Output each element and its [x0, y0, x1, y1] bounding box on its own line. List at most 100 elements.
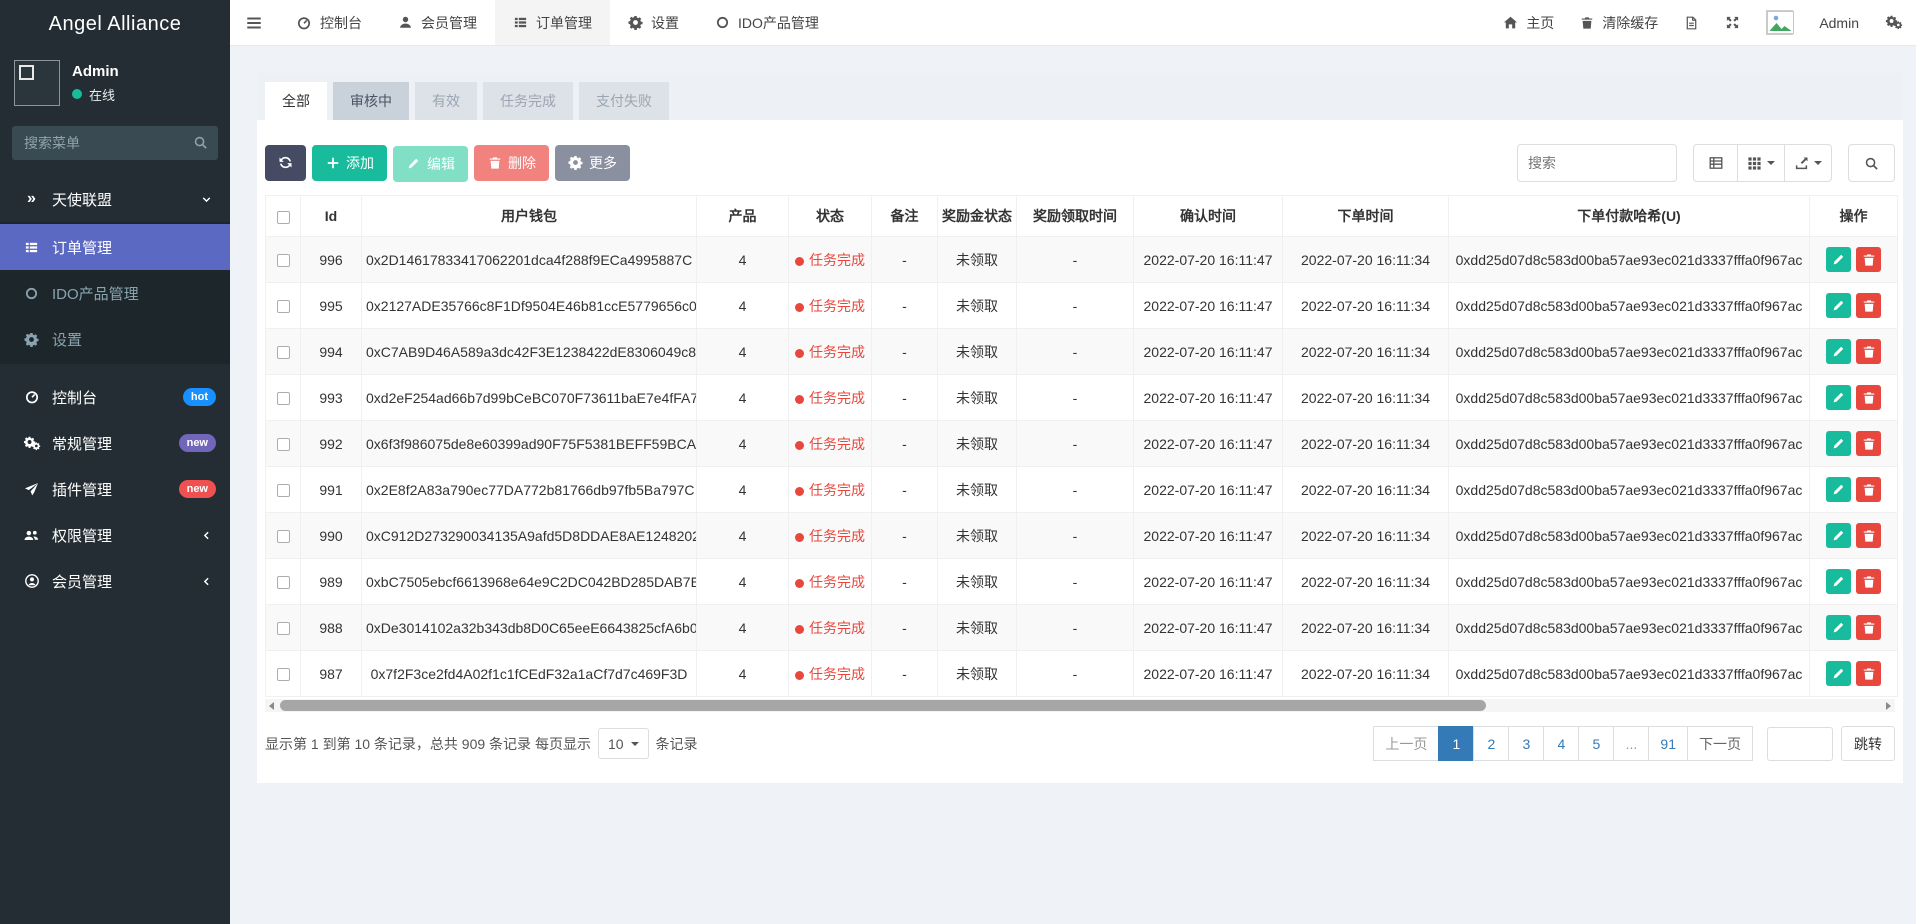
row-checkbox[interactable]	[277, 392, 290, 405]
toggle-view-button[interactable]	[1693, 144, 1738, 182]
delete-row-button[interactable]	[1856, 523, 1881, 548]
sidebar-item-permission-management[interactable]: 权限管理	[0, 512, 230, 558]
sidebar-item-ido-product-management[interactable]: IDO产品管理	[0, 270, 230, 316]
next-page-button[interactable]: 下一页	[1687, 726, 1753, 761]
delete-row-button[interactable]	[1856, 431, 1881, 456]
delete-row-button[interactable]	[1856, 615, 1881, 640]
user-avatar	[14, 60, 60, 106]
page-2[interactable]: 2	[1473, 726, 1509, 761]
cell-wallet: 0x7f2F3ce2fd4A02f1c1fCEdF32a1aCf7d7c469F…	[362, 651, 697, 697]
sidebar-item-general-management[interactable]: 常规管理new	[0, 420, 230, 466]
tab-审核中[interactable]: 审核中	[333, 82, 409, 120]
row-checkbox[interactable]	[277, 438, 290, 451]
page-3[interactable]: 3	[1508, 726, 1544, 761]
tab-有效[interactable]: 有效	[415, 82, 477, 120]
nav-item-ido-product-management[interactable]: IDO产品管理	[697, 0, 837, 45]
prev-page-button[interactable]: 上一页	[1373, 726, 1439, 761]
refresh-button[interactable]	[265, 145, 306, 181]
col-header-actions: 操作	[1810, 196, 1898, 237]
nav-right-home[interactable]: 主页	[1490, 0, 1567, 45]
delete-row-button[interactable]	[1856, 247, 1881, 272]
edit-row-button[interactable]	[1826, 615, 1851, 640]
nav-item-order-management[interactable]: 订单管理	[495, 0, 610, 45]
delete-row-button[interactable]	[1856, 339, 1881, 364]
page-4[interactable]: 4	[1543, 726, 1579, 761]
scrollbar-thumb[interactable]	[280, 700, 1486, 711]
edit-row-button[interactable]	[1826, 431, 1851, 456]
nav-item-dashboard[interactable]: 控制台	[278, 0, 380, 45]
cell-select	[266, 421, 301, 467]
table-search-input[interactable]	[1517, 144, 1677, 182]
row-checkbox[interactable]	[277, 576, 290, 589]
sidebar-item-order-management[interactable]: 订单管理	[0, 224, 230, 270]
scroll-right-icon[interactable]	[1886, 702, 1891, 710]
row-checkbox[interactable]	[277, 300, 290, 313]
user-circle-icon	[22, 573, 41, 589]
nav-right-user[interactable]: Admin	[1806, 0, 1872, 45]
delete-button[interactable]: 删除	[474, 145, 549, 181]
edit-row-button[interactable]	[1826, 523, 1851, 548]
add-button[interactable]: 添加	[312, 145, 387, 181]
jump-page-input[interactable]	[1767, 727, 1833, 761]
cell-actions	[1810, 283, 1898, 329]
sidebar-item-dashboard[interactable]: 控制台hot	[0, 374, 230, 420]
tab-任务完成[interactable]: 任务完成	[483, 82, 573, 120]
tab-支付失败[interactable]: 支付失败	[579, 82, 669, 120]
edit-row-button[interactable]	[1826, 339, 1851, 364]
sidebar-toggle-button[interactable]	[230, 0, 278, 45]
nav-right-settings-gears[interactable]	[1872, 0, 1916, 45]
edit-row-button[interactable]	[1826, 385, 1851, 410]
cell-reward_status: 未领取	[938, 375, 1017, 421]
pencil-icon	[1832, 575, 1845, 588]
tab-全部[interactable]: 全部	[265, 82, 327, 120]
delete-row-button[interactable]	[1856, 385, 1881, 410]
delete-row-button[interactable]	[1856, 293, 1881, 318]
cell-hash: 0xdd25d07d8c583d00ba57ae93ec021d3337fffa…	[1449, 375, 1810, 421]
edit-row-button[interactable]	[1826, 293, 1851, 318]
nav-item-member-management[interactable]: 会员管理	[380, 0, 495, 45]
select-all-checkbox[interactable]	[277, 211, 290, 224]
row-checkbox[interactable]	[277, 530, 290, 543]
row-checkbox[interactable]	[277, 668, 290, 681]
sidebar-item-angel-alliance[interactable]: »天使联盟	[0, 176, 230, 222]
search-button-button[interactable]	[1848, 144, 1895, 182]
delete-row-button[interactable]	[1856, 661, 1881, 686]
sidebar-item-plugin-management[interactable]: 插件管理new	[0, 466, 230, 512]
status-dot-icon	[795, 533, 804, 542]
cell-reward_status: 未领取	[938, 329, 1017, 375]
nav-item-settings[interactable]: 设置	[610, 0, 697, 45]
page-91[interactable]: 91	[1648, 726, 1688, 761]
export-button[interactable]	[1785, 144, 1832, 182]
pagination-bar: 显示第 1 到第 10 条记录，总共 909 条记录 每页显示 10 条记录 上…	[265, 726, 1895, 761]
sidebar-item-settings[interactable]: 设置	[0, 316, 230, 362]
edit-row-button[interactable]	[1826, 569, 1851, 594]
row-checkbox[interactable]	[277, 622, 290, 635]
cell-status: 任务完成	[789, 329, 872, 375]
delete-row-button[interactable]	[1856, 477, 1881, 502]
page-5[interactable]: 5	[1578, 726, 1614, 761]
edit-row-button[interactable]	[1826, 477, 1851, 502]
sidebar-item-member-management[interactable]: 会员管理	[0, 558, 230, 604]
delete-row-button[interactable]	[1856, 569, 1881, 594]
trash-icon	[1862, 529, 1876, 543]
edit-row-button[interactable]	[1826, 247, 1851, 272]
page-1[interactable]: 1	[1438, 726, 1474, 761]
more-button[interactable]: 更多	[555, 145, 630, 181]
row-checkbox[interactable]	[277, 484, 290, 497]
horizontal-scrollbar[interactable]	[265, 699, 1895, 712]
edit-button[interactable]: 编辑	[393, 146, 468, 182]
page-size-dropdown[interactable]: 10	[598, 728, 649, 759]
row-checkbox[interactable]	[277, 346, 290, 359]
badge-hot: hot	[183, 388, 216, 406]
sidebar-search-input[interactable]	[12, 126, 218, 160]
nav-right-clear-cache[interactable]: 清除缓存	[1567, 0, 1671, 45]
cell-hash: 0xdd25d07d8c583d00ba57ae93ec021d3337fffa…	[1449, 559, 1810, 605]
row-checkbox[interactable]	[277, 254, 290, 267]
columns-button[interactable]	[1738, 144, 1785, 182]
nav-right-fullscreen[interactable]	[1712, 0, 1753, 45]
scroll-left-icon[interactable]	[269, 702, 274, 710]
nav-right-log[interactable]	[1671, 0, 1712, 45]
nav-right-avatar[interactable]	[1753, 0, 1806, 45]
edit-row-button[interactable]	[1826, 661, 1851, 686]
jump-button[interactable]: 跳转	[1841, 726, 1895, 761]
